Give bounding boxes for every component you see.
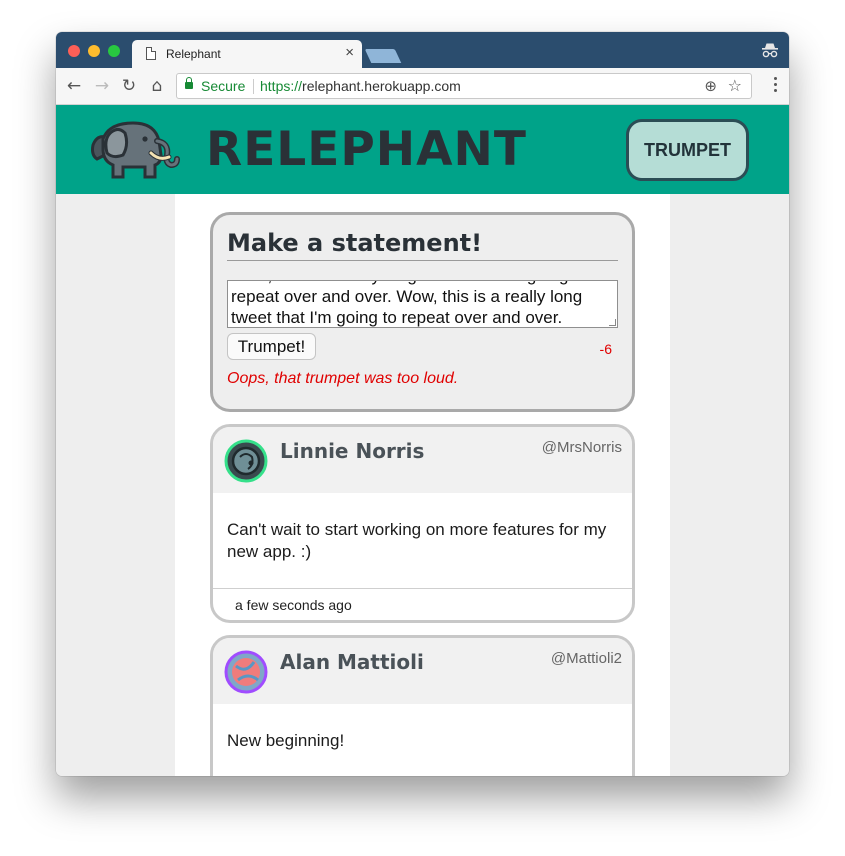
- forward-icon[interactable]: →: [93, 77, 111, 95]
- main-column: Make a statement! Wow, this is a really …: [175, 194, 670, 776]
- post-author[interactable]: Alan Mattioli: [280, 650, 424, 674]
- composer-divider: [227, 260, 618, 261]
- post-divider: [213, 588, 632, 589]
- minimize-window-button[interactable]: [88, 45, 100, 57]
- browser-toolbar: ← → ↻ ⌂ Secure https://relephant.herokua…: [56, 68, 789, 105]
- zoom-window-button[interactable]: [108, 45, 120, 57]
- post-header: Alan Mattioli @Mattioli2: [213, 638, 632, 704]
- zoom-icon[interactable]: ⊕: [704, 77, 717, 95]
- character-count: -6: [599, 341, 612, 357]
- close-window-button[interactable]: [68, 45, 80, 57]
- reload-icon[interactable]: ↻: [120, 77, 138, 95]
- post-timestamp: a few seconds ago: [235, 597, 352, 613]
- web-page: RELEPHANT TRUMPET Make a statement! Wow,…: [56, 105, 789, 776]
- browser-menu-icon[interactable]: [773, 77, 777, 95]
- bookmark-star-icon[interactable]: ☆: [728, 76, 742, 95]
- post-card: Linnie Norris @MrsNorris Can't wait to s…: [210, 424, 635, 623]
- page-icon: [146, 47, 156, 60]
- post-body: Can't wait to start working on more feat…: [227, 520, 607, 561]
- back-icon[interactable]: ←: [65, 77, 83, 95]
- lock-icon: [185, 77, 193, 89]
- url-scheme: https://: [260, 78, 303, 94]
- elephant-logo-icon: [91, 121, 180, 179]
- home-icon[interactable]: ⌂: [148, 77, 166, 95]
- trumpet-nav-button[interactable]: TRUMPET: [626, 119, 749, 181]
- url-text[interactable]: https://relephant.herokuapp.com: [260, 78, 461, 94]
- tab-title: Relephant: [166, 47, 221, 61]
- statement-composer: Make a statement! Wow, this is a really …: [210, 212, 635, 412]
- trumpet-submit-button[interactable]: Trumpet!: [227, 333, 316, 360]
- address-bar[interactable]: Secure https://relephant.herokuapp.com ⊕…: [176, 73, 752, 99]
- avatar[interactable]: [224, 650, 268, 694]
- composer-title: Make a statement!: [227, 229, 483, 257]
- omnibox-divider: [253, 79, 254, 94]
- incognito-icon: [762, 43, 778, 58]
- statement-textarea[interactable]: Wow, this is a really long tweet that I'…: [227, 280, 618, 328]
- browser-window: Relephant × ← → ↻ ⌂ Secure https://relep…: [56, 32, 789, 776]
- secure-label: Secure: [201, 78, 246, 94]
- post-handle[interactable]: @MrsNorris: [542, 439, 622, 456]
- resize-handle-icon[interactable]: [609, 319, 616, 326]
- title-bar: Relephant ×: [56, 32, 789, 68]
- post-card: Alan Mattioli @Mattioli2 New beginning!: [210, 635, 635, 776]
- post-author[interactable]: Linnie Norris: [280, 439, 424, 463]
- site-header: RELEPHANT TRUMPET: [56, 105, 789, 194]
- post-handle[interactable]: @Mattioli2: [551, 650, 622, 667]
- post-header: Linnie Norris @MrsNorris: [213, 427, 632, 493]
- avatar[interactable]: [224, 439, 268, 483]
- statement-text: Wow, this is a really long tweet that I'…: [231, 281, 587, 327]
- new-tab-button[interactable]: [364, 49, 402, 63]
- error-message: Oops, that trumpet was too loud.: [227, 370, 459, 387]
- tab-close-icon[interactable]: ×: [345, 44, 354, 62]
- url-host: relephant.herokuapp.com: [302, 78, 461, 94]
- post-body: New beginning!: [227, 731, 345, 750]
- site-title: RELEPHANT: [206, 122, 527, 177]
- browser-tab[interactable]: Relephant ×: [132, 40, 362, 68]
